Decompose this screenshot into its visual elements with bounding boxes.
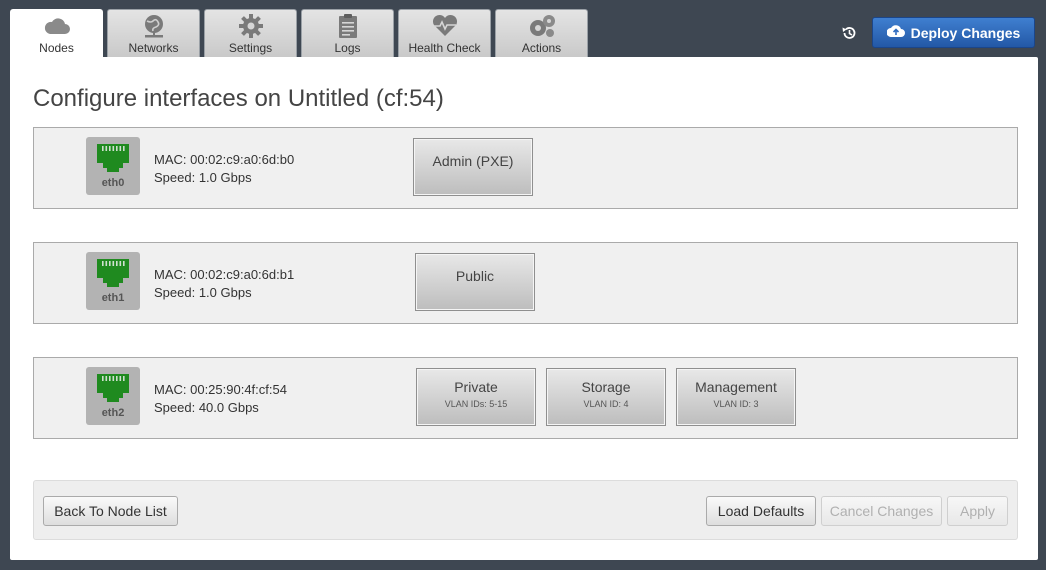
network-globe-icon [108, 13, 199, 39]
main-panel: Configure interfaces on Untitled (cf:54)… [10, 57, 1038, 560]
interface-row: eth0 MAC: 00:02:c9:a0:6d:b0 Speed: 1.0 G… [33, 127, 1018, 209]
page-title: Configure interfaces on Untitled (cf:54) [33, 85, 444, 112]
clipboard-icon [302, 13, 393, 39]
network-name: Admin (PXE) [432, 153, 514, 169]
tab-label: Nodes [39, 41, 74, 55]
tab-label: Actions [521, 41, 562, 55]
interface-name: eth1 [101, 292, 125, 304]
tab-logs[interactable]: Logs [301, 9, 394, 57]
tab-health-check[interactable]: Health Check [398, 9, 491, 57]
ethernet-port-icon: eth1 [86, 252, 140, 310]
interface-name: eth0 [101, 177, 125, 189]
deploy-label: Deploy Changes [910, 24, 1021, 41]
tab-settings[interactable]: Settings [204, 9, 297, 57]
deploy-changes-button[interactable]: Deploy Changes [872, 17, 1035, 48]
interface-speed: Speed: 1.0 Gbps [154, 170, 252, 185]
vlan-ids: VLAN IDs: 5-15 [444, 399, 508, 409]
load-defaults-button[interactable]: Load Defaults [706, 496, 816, 526]
mac-address: MAC: 00:02:c9:a0:6d:b0 [154, 152, 295, 167]
form-footer: Back To Node List Load Defaults Cancel C… [33, 480, 1018, 540]
interface-name: eth2 [101, 407, 125, 419]
network-storage[interactable]: Storage VLAN ID: 4 [546, 368, 666, 426]
back-to-node-list-button[interactable]: Back To Node List [43, 496, 178, 526]
tab-label: Health Check [408, 41, 481, 55]
ethernet-port-icon: eth0 [86, 137, 140, 195]
mac-address: MAC: 00:25:90:4f:cf:54 [154, 382, 287, 397]
cancel-changes-button[interactable]: Cancel Changes [821, 496, 942, 526]
gear-icon [205, 13, 296, 39]
vlan-id: VLAN ID: 3 [713, 399, 759, 409]
ethernet-port-icon: eth2 [86, 367, 140, 425]
interface-row: eth1 MAC: 00:02:c9:a0:6d:b1 Speed: 1.0 G… [33, 242, 1018, 324]
interface-speed: Speed: 40.0 Gbps [154, 400, 259, 415]
tab-nodes[interactable]: Nodes [10, 9, 103, 59]
network-private[interactable]: Private VLAN IDs: 5-15 [416, 368, 536, 426]
history-icon[interactable] [838, 22, 860, 44]
apply-button[interactable]: Apply [947, 496, 1008, 526]
cloud-upload-icon [886, 24, 905, 41]
interface-speed: Speed: 1.0 Gbps [154, 285, 252, 300]
heart-pulse-icon [399, 13, 490, 39]
network-management[interactable]: Management VLAN ID: 3 [676, 368, 796, 426]
network-admin-pxe[interactable]: Admin (PXE) [413, 138, 533, 196]
network-name: Private [454, 379, 498, 395]
tab-label: Settings [228, 41, 273, 55]
network-name: Management [695, 379, 777, 395]
interface-row: eth2 MAC: 00:25:90:4f:cf:54 Speed: 40.0 … [33, 357, 1018, 439]
network-public[interactable]: Public [415, 253, 535, 311]
tab-label: Networks [128, 41, 179, 55]
network-name: Public [455, 268, 495, 284]
cloud-icon [11, 13, 102, 39]
gears-icon [496, 13, 587, 39]
mac-address: MAC: 00:02:c9:a0:6d:b1 [154, 267, 295, 282]
tab-networks[interactable]: Networks [107, 9, 200, 57]
vlan-id: VLAN ID: 4 [583, 399, 629, 409]
network-name: Storage [581, 379, 631, 395]
tab-label: Logs [334, 41, 361, 55]
tab-actions[interactable]: Actions [495, 9, 588, 57]
